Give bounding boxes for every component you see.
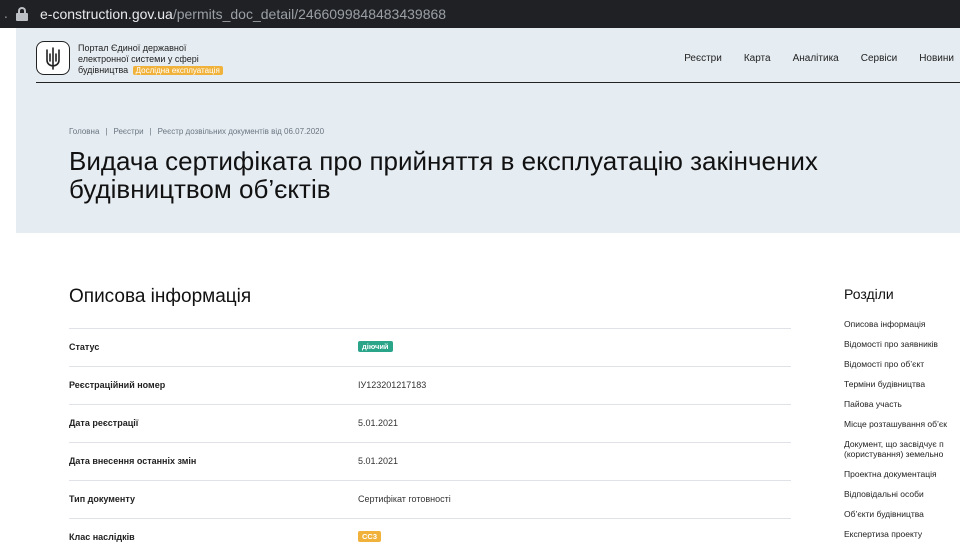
breadcrumb: Головна | Реєстри | Реєстр дозвільних до… bbox=[69, 127, 324, 136]
sidebar-item-responsible[interactable]: Відповідальні особи bbox=[844, 489, 960, 499]
info-row-reg-date: Дата реєстрації 5.01.2021 bbox=[69, 404, 791, 442]
breadcrumb-current: Реєстр дозвільних документів від 06.07.2… bbox=[157, 127, 325, 136]
sidebar-item-terms[interactable]: Терміни будівництва bbox=[844, 379, 960, 389]
row-value: 5.01.2021 bbox=[358, 456, 399, 466]
lock-icon[interactable] bbox=[16, 7, 28, 21]
portal-brand[interactable]: Портал Єдиної державної електронної сист… bbox=[78, 43, 238, 76]
class-badge: СС3 bbox=[358, 531, 382, 542]
info-table: Статус діючий Реєстраційний номер ІУ1232… bbox=[69, 328, 791, 556]
sidebar-item-label: (користування) земельно bbox=[844, 449, 944, 459]
sidebar-item-project-docs[interactable]: Проектна документація bbox=[844, 469, 960, 479]
nav-news[interactable]: Новини bbox=[919, 53, 954, 64]
sidebar-item-applicants[interactable]: Відомості про заявників bbox=[844, 339, 960, 349]
sidebar-title: Розділи bbox=[844, 286, 894, 302]
sidebar-item-location[interactable]: Місце розташування об’єк bbox=[844, 419, 960, 429]
status-badge: діючий bbox=[358, 341, 393, 352]
sidebar-item-expertise[interactable]: Експертиза проекту bbox=[844, 529, 960, 539]
row-label: Реєстраційний номер bbox=[69, 380, 166, 390]
nav-map[interactable]: Карта bbox=[744, 53, 771, 64]
browser-address-bar: . e-construction.gov.ua/permits_doc_deta… bbox=[0, 0, 960, 28]
page: Портал Єдиної державної електронної сист… bbox=[16, 28, 960, 550]
section-title: Описова інформація bbox=[69, 286, 252, 307]
sidebar-item-land-document[interactable]: Документ, що засвідчує п (користування) … bbox=[844, 439, 960, 459]
row-label: Дата внесення останніх змін bbox=[69, 456, 197, 466]
nav-analytics[interactable]: Аналітика bbox=[793, 53, 839, 64]
sidebar-item-object[interactable]: Відомості про об’єкт bbox=[844, 359, 960, 369]
trident-logo-icon[interactable] bbox=[36, 41, 70, 75]
browser-dot: . bbox=[4, 7, 8, 21]
info-row-status: Статус діючий bbox=[69, 328, 791, 366]
page-title-line: Видача сертифіката про прийняття в експл… bbox=[69, 146, 818, 176]
site-header: Портал Єдиної державної електронної сист… bbox=[36, 34, 960, 83]
page-title: Видача сертифіката про прийняття в експл… bbox=[69, 147, 960, 203]
sidebar-item-label: Документ, що засвідчує п bbox=[844, 439, 944, 449]
row-value: Сертифікат готовності bbox=[358, 494, 451, 504]
nav-registries[interactable]: Реєстри bbox=[684, 53, 722, 64]
url-path: /permits_doc_detail/2466099848483439868 bbox=[172, 6, 447, 22]
row-value: діючий bbox=[358, 341, 393, 353]
row-value: ІУ123201217183 bbox=[358, 380, 427, 390]
row-label: Клас наслідків bbox=[69, 532, 135, 542]
main-nav: Реєстри Карта Аналітика Сервіси Новини bbox=[684, 53, 954, 64]
sections-sidebar: Розділи Описова інформація Відомості про… bbox=[844, 286, 960, 549]
row-label: Дата реєстрації bbox=[69, 418, 139, 428]
page-title-line: будівництвом об’єктів bbox=[69, 174, 331, 204]
info-row-reg-number: Реєстраційний номер ІУ123201217183 bbox=[69, 366, 791, 404]
breadcrumb-home[interactable]: Головна bbox=[69, 127, 99, 136]
brand-line: Портал Єдиної державної bbox=[78, 43, 187, 53]
row-label: Статус bbox=[69, 342, 100, 352]
breadcrumb-registries[interactable]: Реєстри bbox=[113, 127, 143, 136]
sidebar-item-objects[interactable]: Об’єкти будівництва bbox=[844, 509, 960, 519]
breadcrumb-separator: | bbox=[105, 127, 108, 136]
breadcrumb-separator: | bbox=[149, 127, 152, 136]
brand-line: будівництва bbox=[78, 65, 129, 75]
sidebar-item-description[interactable]: Описова інформація bbox=[844, 319, 960, 329]
info-row-doc-type: Тип документу Сертифікат готовності bbox=[69, 480, 791, 518]
row-value: 5.01.2021 bbox=[358, 418, 399, 428]
info-row-consequence-class: Клас наслідків СС3 bbox=[69, 518, 791, 556]
brand-line: електронної системи у сфері bbox=[78, 54, 199, 64]
url-host: e-construction.gov.ua bbox=[40, 6, 173, 22]
info-row-last-change: Дата внесення останніх змін 5.01.2021 bbox=[69, 442, 791, 480]
row-label: Тип документу bbox=[69, 494, 135, 504]
beta-badge: Дослідна експлуатація bbox=[132, 66, 223, 75]
row-value: СС3 bbox=[358, 531, 382, 543]
sidebar-item-share[interactable]: Пайова участь bbox=[844, 399, 960, 409]
url-field[interactable]: e-construction.gov.ua/permits_doc_detail… bbox=[40, 6, 446, 22]
nav-services[interactable]: Сервіси bbox=[861, 53, 897, 64]
